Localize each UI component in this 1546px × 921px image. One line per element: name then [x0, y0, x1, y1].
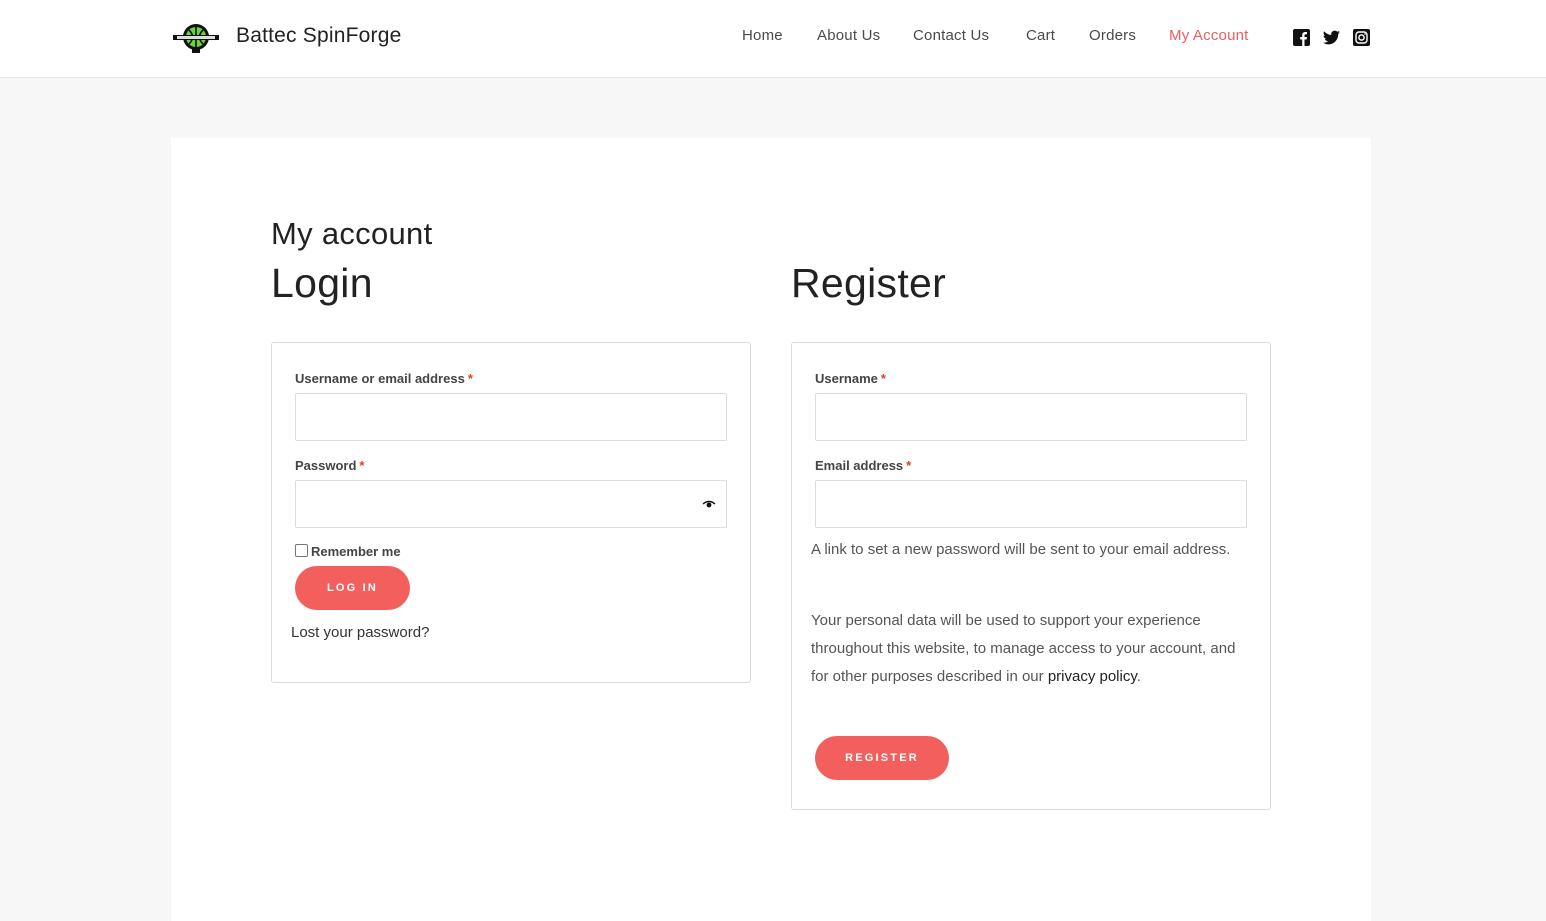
register-username-input[interactable]	[815, 393, 1247, 441]
content-card: My account Login Username or email addre…	[171, 138, 1371, 921]
login-username-input[interactable]	[295, 393, 727, 441]
register-heading: Register	[791, 260, 947, 306]
register-username-label: Username *	[815, 371, 886, 386]
privacy-policy-link[interactable]: privacy policy	[1048, 668, 1137, 685]
login-button[interactable]: LOG IN	[295, 566, 410, 610]
login-password-input[interactable]	[295, 480, 727, 528]
username-label: Username or email address *	[295, 371, 473, 386]
login-heading: Login	[271, 260, 373, 306]
nav-my-account[interactable]: My Account	[1169, 27, 1249, 44]
site-header: Battec SpinForge Home About Us Contact U…	[0, 0, 1546, 78]
email-label: Email address *	[815, 458, 912, 473]
nav-home[interactable]: Home	[742, 27, 783, 44]
required-mark: *	[880, 371, 886, 386]
instagram-icon[interactable]	[1353, 29, 1370, 46]
required-mark: *	[467, 371, 473, 386]
register-button[interactable]: REGISTER	[815, 736, 949, 780]
main-nav: Home About Us Contact Us Cart Orders My …	[0, 27, 1546, 49]
register-email-input[interactable]	[815, 480, 1247, 528]
login-form: Username or email address * Password * Rem…	[271, 342, 751, 683]
twitter-icon[interactable]	[1323, 29, 1340, 46]
remember-me-checkbox[interactable]	[295, 544, 308, 557]
lost-password-link[interactable]: Lost your password?	[291, 624, 429, 641]
nav-cart[interactable]: Cart	[1026, 27, 1055, 44]
nav-orders[interactable]: Orders	[1089, 27, 1136, 44]
required-mark: *	[359, 458, 365, 473]
facebook-icon[interactable]	[1293, 29, 1310, 46]
nav-about-us[interactable]: About Us	[817, 27, 880, 44]
register-form: Username * Email address * A link to set a…	[791, 342, 1271, 810]
password-link-note: A link to set a new password will be sen…	[811, 541, 1231, 558]
page-title: My account	[271, 216, 433, 251]
required-mark: *	[906, 458, 912, 473]
privacy-notice: Your personal data will be used to suppo…	[811, 612, 1236, 685]
nav-contact-us[interactable]: Contact Us	[913, 27, 989, 44]
eye-icon[interactable]	[702, 500, 716, 509]
password-label: Password *	[295, 458, 365, 473]
remember-me-label[interactable]: Remember me	[311, 544, 401, 559]
